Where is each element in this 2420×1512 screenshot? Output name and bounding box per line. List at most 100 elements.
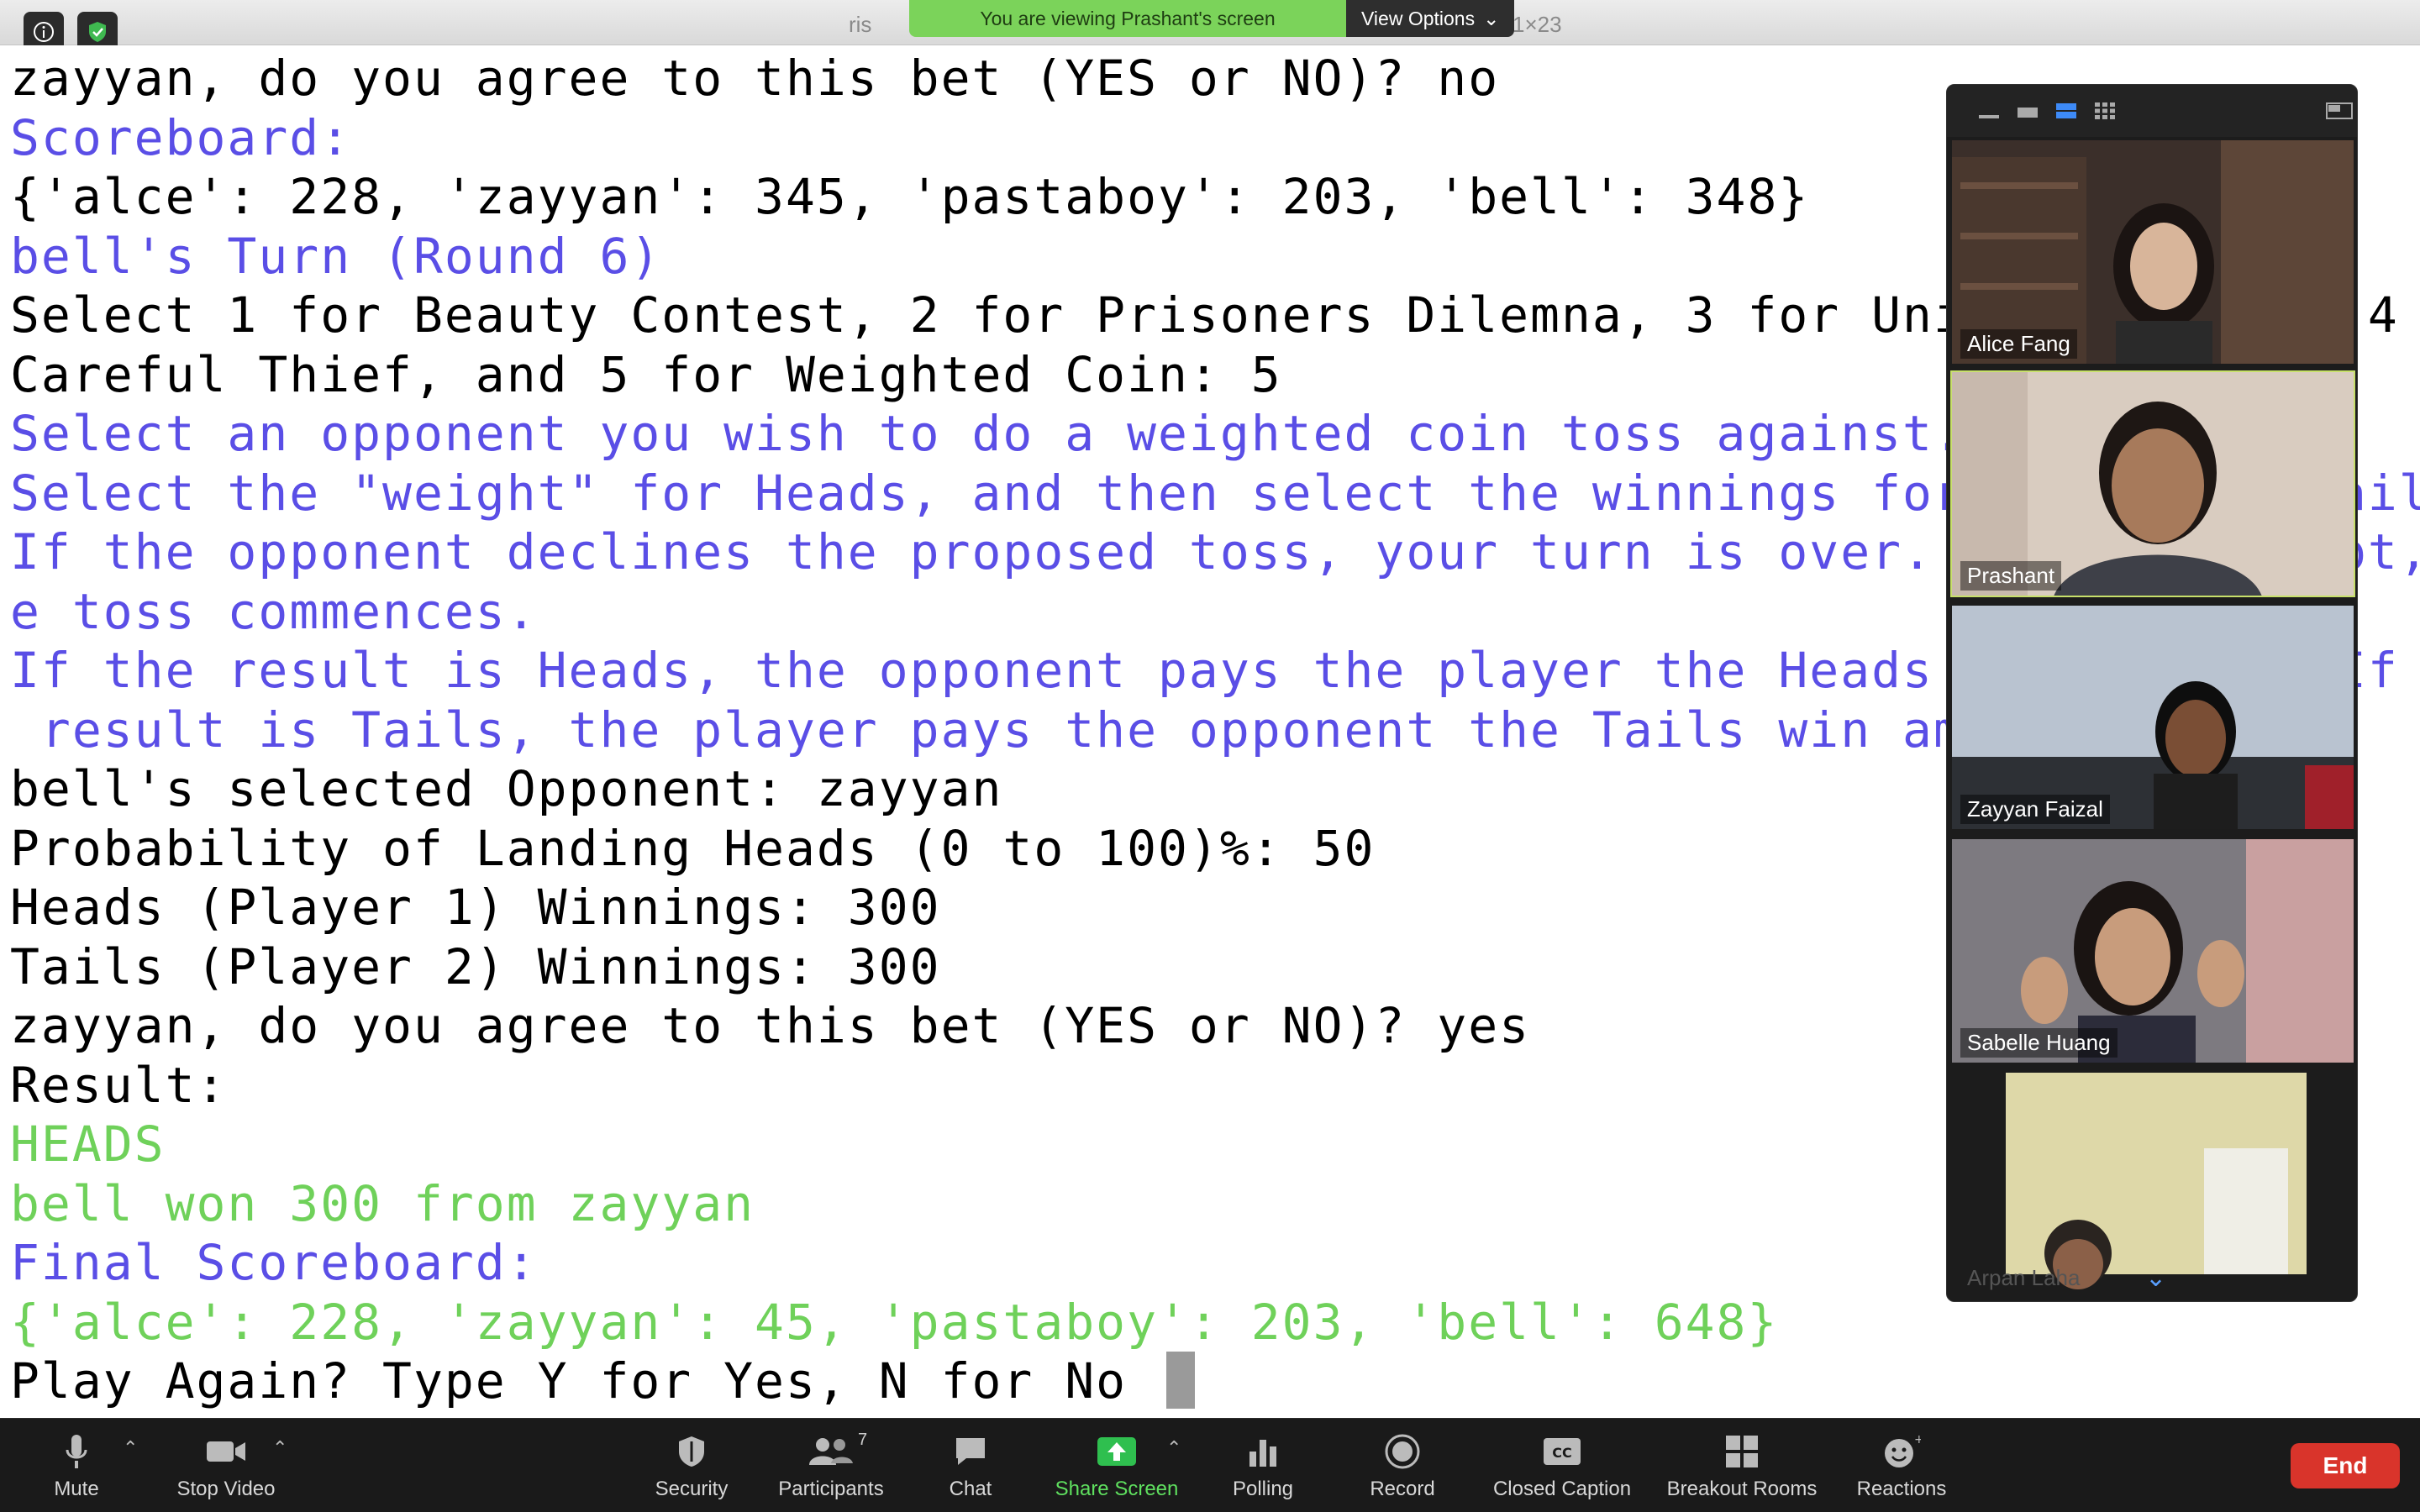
- participant-name: Arpan Laha: [1967, 1265, 2081, 1290]
- terminal-line: Play Again? Type Y for Yes, N for No: [10, 1352, 1196, 1410]
- smiley-face-icon: +: [1885, 1433, 1921, 1467]
- breakout-rooms-button[interactable]: Breakout Rooms: [1662, 1429, 1822, 1509]
- share-options-chevron-icon[interactable]: ⌃: [1166, 1437, 1181, 1459]
- gallery-toolbar: [1947, 85, 2357, 137]
- terminal-line: bell's Turn (Round 6): [10, 227, 661, 286]
- video-tile-alice-fang[interactable]: Alice Fang: [1950, 139, 2355, 365]
- exit-side-by-side-icon[interactable]: [2325, 102, 2353, 120]
- terminal-line: Result:: [10, 1056, 227, 1115]
- video-gallery-panel: Alice Fang Prashant Zayyan Faizal Sabell…: [1946, 84, 2358, 1302]
- share-screen-label: Share Screen: [1055, 1478, 1179, 1500]
- terminal-line: Probability of Landing Heads (0 to 100)%…: [10, 819, 1375, 878]
- terminal-line: Select an opponent you wish to do a weig…: [10, 404, 1965, 463]
- shield-icon: [679, 1436, 704, 1467]
- terminal-line: e toss commences.: [10, 582, 538, 641]
- window-title-fragment-left: ris: [849, 12, 872, 37]
- video-tile-zayyan-faizal[interactable]: Zayyan Faizal: [1950, 604, 2355, 831]
- record-icon: [1385, 1434, 1420, 1469]
- terminal-line: HEADS: [10, 1115, 166, 1173]
- record-label: Record: [1370, 1478, 1435, 1500]
- participant-name: Prashant: [1960, 561, 2062, 591]
- terminal-line: Tails (Player 2) Winnings: 300: [10, 937, 941, 996]
- terminal-line-text: zayyan, do you agree to this bet (YES or…: [10, 50, 1500, 107]
- participants-button[interactable]: 7 Participants: [751, 1429, 911, 1509]
- terminal-line-text: e toss commences.: [10, 582, 538, 640]
- terminal-line: {'alce': 228, 'zayyan': 345, 'pastaboy':…: [10, 167, 1809, 226]
- hide-video-icon[interactable]: [2016, 102, 2039, 120]
- security-label: Security: [655, 1478, 729, 1500]
- gallery-view-icon[interactable]: [2093, 102, 2117, 120]
- closed-caption-label: Closed Caption: [1492, 1478, 1632, 1500]
- breakout-rooms-icon: [1726, 1436, 1758, 1467]
- chat-label: Chat: [949, 1478, 992, 1500]
- terminal-line-text: bell's Turn (Round 6): [10, 227, 662, 285]
- video-tile-sabelle-huang[interactable]: Sabelle Huang: [1950, 837, 2355, 1064]
- polling-button[interactable]: Polling: [1183, 1429, 1343, 1509]
- participant-name: Zayyan Faizal: [1960, 795, 2110, 824]
- terminal-line: Heads (Player 1) Winnings: 300: [10, 878, 941, 937]
- end-meeting-button[interactable]: End: [2291, 1443, 2400, 1488]
- terminal-line-text: Scoreboard:: [10, 108, 352, 166]
- participants-count: 7: [858, 1431, 868, 1449]
- video-camera-icon: [207, 1441, 245, 1462]
- terminal-line: Scoreboard:: [10, 108, 351, 167]
- record-button[interactable]: Record: [1323, 1429, 1482, 1509]
- terminal-line-text: Select an opponent you wish to do a weig…: [10, 405, 1965, 462]
- chevron-down-icon: ⌄: [1483, 8, 1500, 29]
- terminal-line: bell won 300 from zayyan: [10, 1174, 755, 1233]
- terminal-line-text: Careful Thief, and 5 for Weighted Coin: …: [10, 345, 1282, 403]
- terminal-line-text: result is Tails, the player pays the opp…: [10, 701, 2120, 759]
- speaker-view-icon[interactable]: [2054, 102, 2078, 120]
- terminal-line: bell's selected Opponent: zayyan: [10, 759, 1002, 818]
- video-options-chevron-icon[interactable]: ⌃: [272, 1437, 287, 1459]
- stop-video-label: Stop Video: [176, 1478, 276, 1500]
- terminal-line-text: HEADS: [10, 1116, 166, 1173]
- terminal-line: Careful Thief, and 5 for Weighted Coin: …: [10, 345, 1282, 404]
- participant-name: Alice Fang: [1960, 329, 2077, 359]
- participants-icon: [809, 1438, 853, 1465]
- scroll-down-chevron-icon[interactable]: ⌄: [2145, 1263, 2166, 1293]
- svg-text:+: +: [1914, 1433, 1921, 1446]
- terminal-line: zayyan, do you agree to this bet (YES or…: [10, 996, 1530, 1055]
- closed-caption-button[interactable]: CC Closed Caption: [1482, 1429, 1642, 1509]
- terminal-line-text: Tails (Player 2) Winnings: 300: [10, 937, 941, 995]
- terminal-line-text: Play Again? Type Y for Yes, N for No: [10, 1352, 1159, 1410]
- terminal-cursor[interactable]: [1166, 1352, 1196, 1409]
- terminal-line-text: zayyan, do you agree to this bet (YES or…: [10, 997, 1531, 1054]
- video-tile-prashant[interactable]: Prashant: [1950, 370, 2355, 597]
- terminal-line-text: bell's selected Opponent: zayyan: [10, 760, 1003, 817]
- terminal-line: Final Scoreboard:: [10, 1233, 538, 1292]
- security-button[interactable]: Security: [612, 1429, 771, 1509]
- terminal-line-text: {'alce': 228, 'zayyan': 345, 'pastaboy':…: [10, 168, 1810, 225]
- closed-caption-icon: CC: [1544, 1438, 1581, 1465]
- participants-label: Participants: [778, 1478, 884, 1500]
- window-title-fragment-right: 1×23: [1512, 12, 1562, 37]
- terminal-line-text: Heads (Player 1) Winnings: 300: [10, 879, 941, 936]
- terminal-line: {'alce': 228, 'zayyan': 45, 'pastaboy': …: [10, 1293, 1778, 1352]
- reactions-button[interactable]: + Reactions: [1822, 1429, 1981, 1509]
- microphone-icon: [66, 1435, 87, 1468]
- terminal-line: result is Tails, the player pays the opp…: [10, 701, 2120, 759]
- chat-bubble-icon: [956, 1438, 985, 1465]
- chat-button[interactable]: Chat: [891, 1429, 1050, 1509]
- mute-label: Mute: [54, 1478, 99, 1500]
- terminal-line-text: Result:: [10, 1056, 228, 1114]
- terminal-line-text: bell won 300 from zayyan: [10, 1174, 755, 1232]
- reactions-label: Reactions: [1856, 1478, 1947, 1500]
- svg-text:CC: CC: [1552, 1445, 1571, 1461]
- share-screen-icon: [1097, 1437, 1136, 1466]
- participant-name: Sabelle Huang: [1960, 1028, 2118, 1058]
- view-options-label: View Options: [1361, 8, 1476, 29]
- audio-options-chevron-icon[interactable]: ⌃: [123, 1437, 138, 1459]
- breakout-rooms-label: Breakout Rooms: [1666, 1478, 1818, 1500]
- meeting-controls-bar: Mute ⌃ Stop Video ⌃ Security 7 Participa…: [0, 1418, 2420, 1512]
- terminal-line-text: Final Scoreboard:: [10, 1234, 538, 1291]
- terminal-line: zayyan, do you agree to this bet (YES or…: [10, 49, 1499, 108]
- video-tile-arpan-laha[interactable]: Arpan Laha ⌄: [1950, 1071, 2355, 1299]
- minimize-video-icon[interactable]: [1977, 102, 2001, 120]
- view-options-button[interactable]: View Options ⌄: [1346, 0, 1515, 37]
- bar-chart-icon: [1249, 1440, 1276, 1467]
- viewing-screen-message: You are viewing Prashant's screen: [909, 0, 1346, 37]
- polling-label: Polling: [1232, 1478, 1294, 1500]
- terminal-line-text: {'alce': 228, 'zayyan': 45, 'pastaboy': …: [10, 1293, 1779, 1351]
